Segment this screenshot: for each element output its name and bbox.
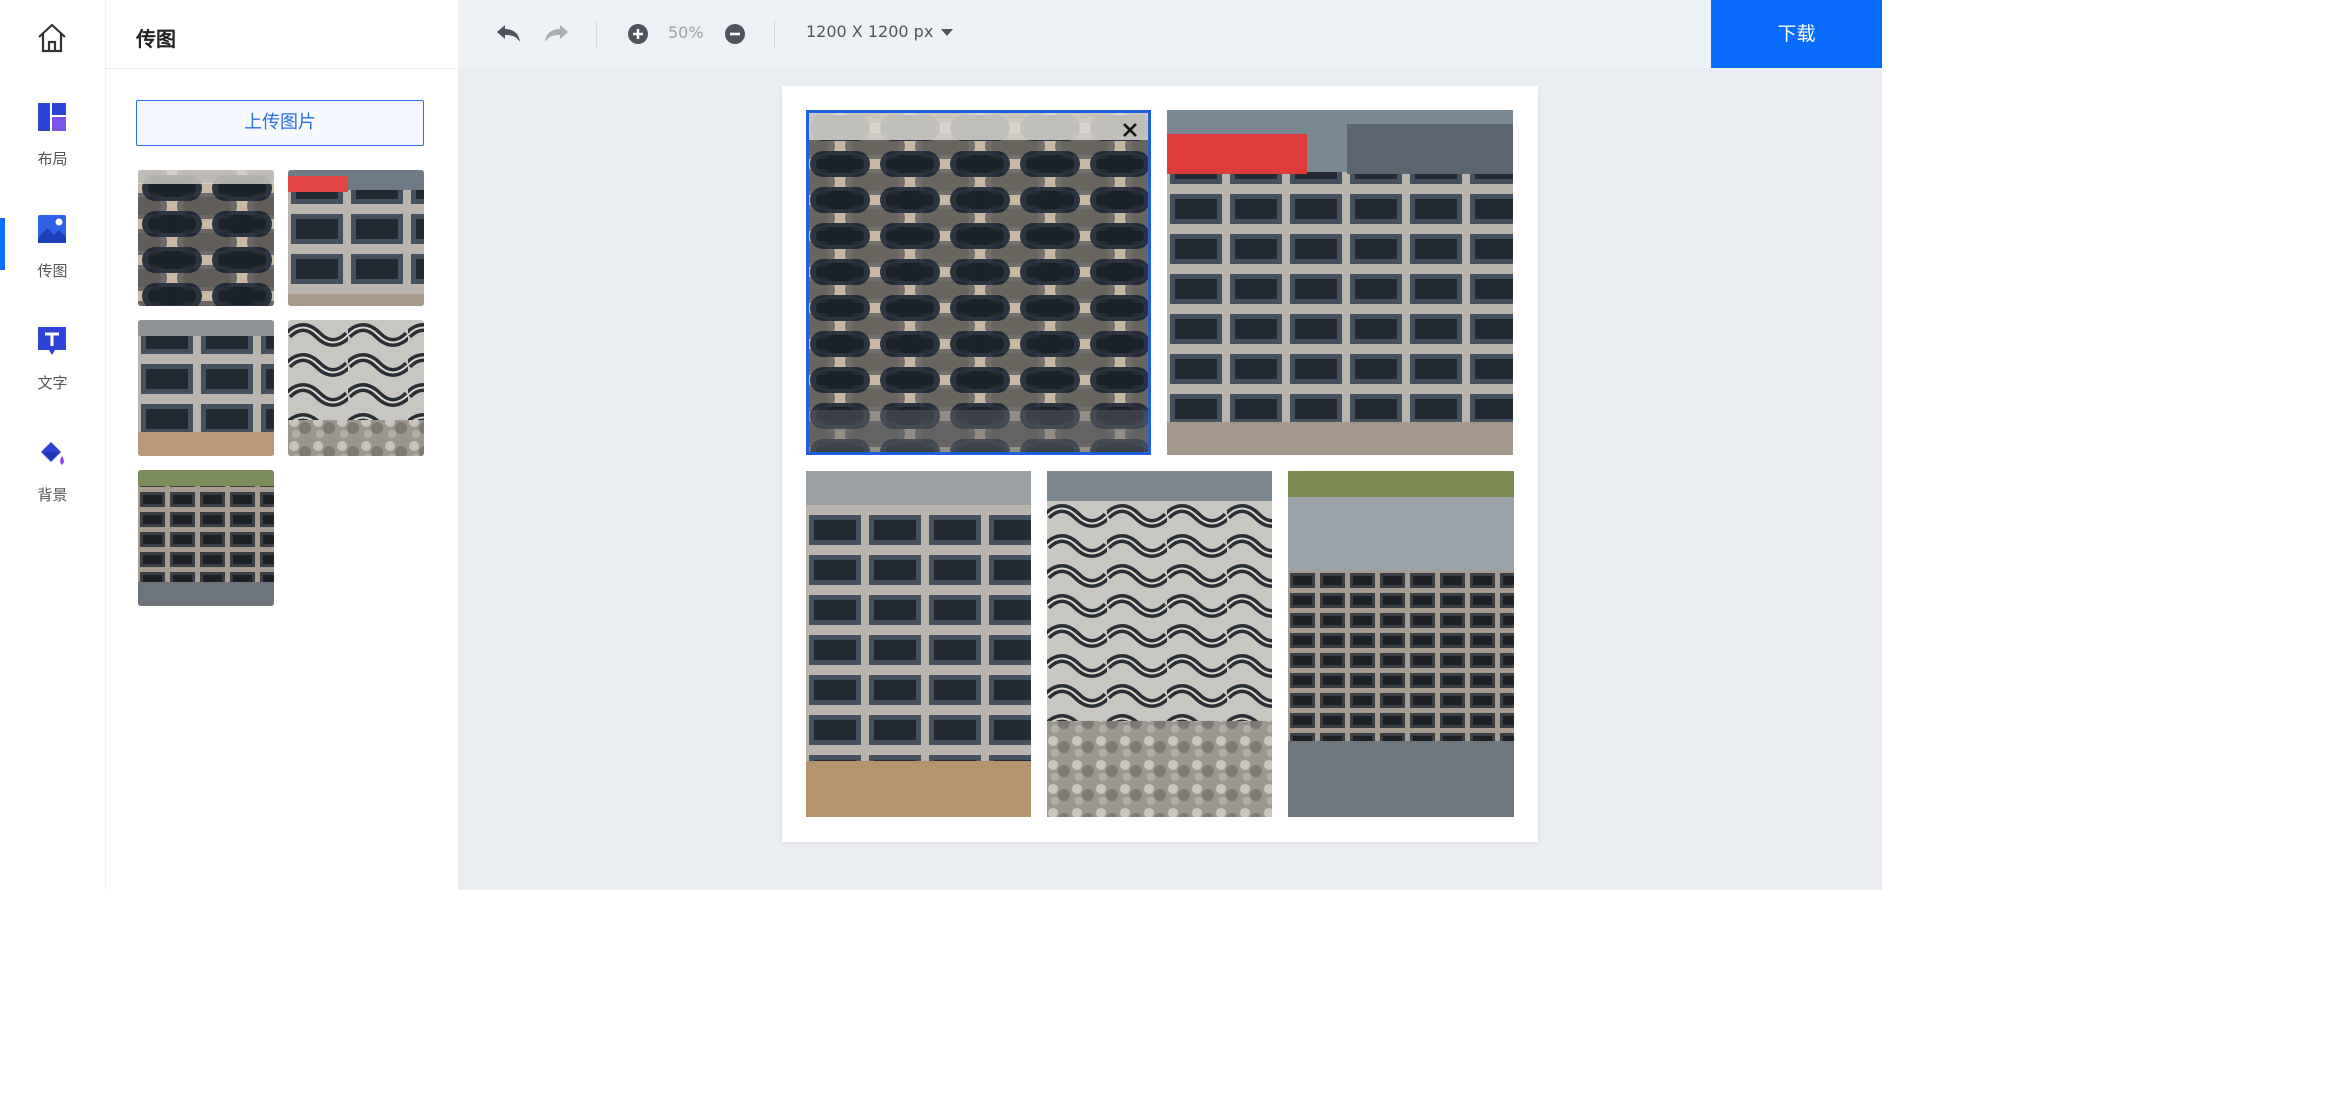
collage-photo[interactable] [806, 471, 1031, 817]
layout-icon [38, 103, 66, 131]
toolbar-divider [596, 20, 597, 48]
nav-item-layout[interactable]: 布局 [0, 102, 105, 192]
nav-item-background[interactable]: 背景 [0, 438, 105, 528]
canvas-size-select[interactable]: 1200 X 1200 px [806, 22, 954, 41]
image-thumbnail[interactable] [138, 470, 274, 606]
text-icon [38, 327, 66, 355]
collage-photo[interactable] [1288, 471, 1514, 817]
image-upload-icon [38, 215, 66, 243]
nav-item-label: 布局 [37, 150, 68, 168]
download-button[interactable]: 下载 [1711, 0, 1882, 68]
collage-photo[interactable] [1047, 471, 1272, 817]
image-thumbnail[interactable] [288, 170, 424, 306]
chevron-down-icon [941, 29, 954, 36]
zoom-level: 50% [668, 23, 704, 42]
collage-photo[interactable] [1167, 110, 1513, 455]
nav-item-label: 背景 [37, 486, 68, 504]
nav-item-label: 文字 [37, 374, 68, 392]
editor-app: 布局 传图 文字 背景 传图 上传图片 50% 1200 X 1200 px 下… [0, 0, 1882, 890]
nav-item-upload[interactable]: 传图 [0, 214, 105, 304]
panel-header: 传图 [106, 0, 458, 69]
redo-icon[interactable] [542, 19, 572, 49]
nav-item-label: 传图 [37, 262, 68, 280]
image-thumbnail[interactable] [288, 320, 424, 456]
close-icon[interactable] [1118, 118, 1142, 142]
panel-title: 传图 [136, 27, 176, 51]
workspace: 50% 1200 X 1200 px 下载 [459, 0, 1882, 890]
collage-canvas [782, 86, 1538, 842]
nav-rail: 布局 传图 文字 背景 [0, 0, 106, 890]
image-thumbnail[interactable] [138, 170, 274, 306]
undo-icon[interactable] [493, 19, 523, 49]
zoom-in-icon[interactable] [623, 19, 653, 49]
upload-image-button[interactable]: 上传图片 [136, 100, 424, 146]
canvas-size-value: 1200 X 1200 px [806, 22, 934, 41]
home-icon[interactable] [34, 20, 70, 56]
image-thumbnail[interactable] [138, 320, 274, 456]
toolbar-divider [774, 20, 775, 48]
asset-panel: 传图 上传图片 [106, 0, 459, 890]
top-toolbar: 50% 1200 X 1200 px 下载 [459, 0, 1882, 68]
zoom-out-icon[interactable] [720, 19, 750, 49]
paint-bucket-icon [41, 442, 64, 465]
nav-item-text[interactable]: 文字 [0, 326, 105, 416]
collage-photo[interactable] [806, 110, 1151, 455]
